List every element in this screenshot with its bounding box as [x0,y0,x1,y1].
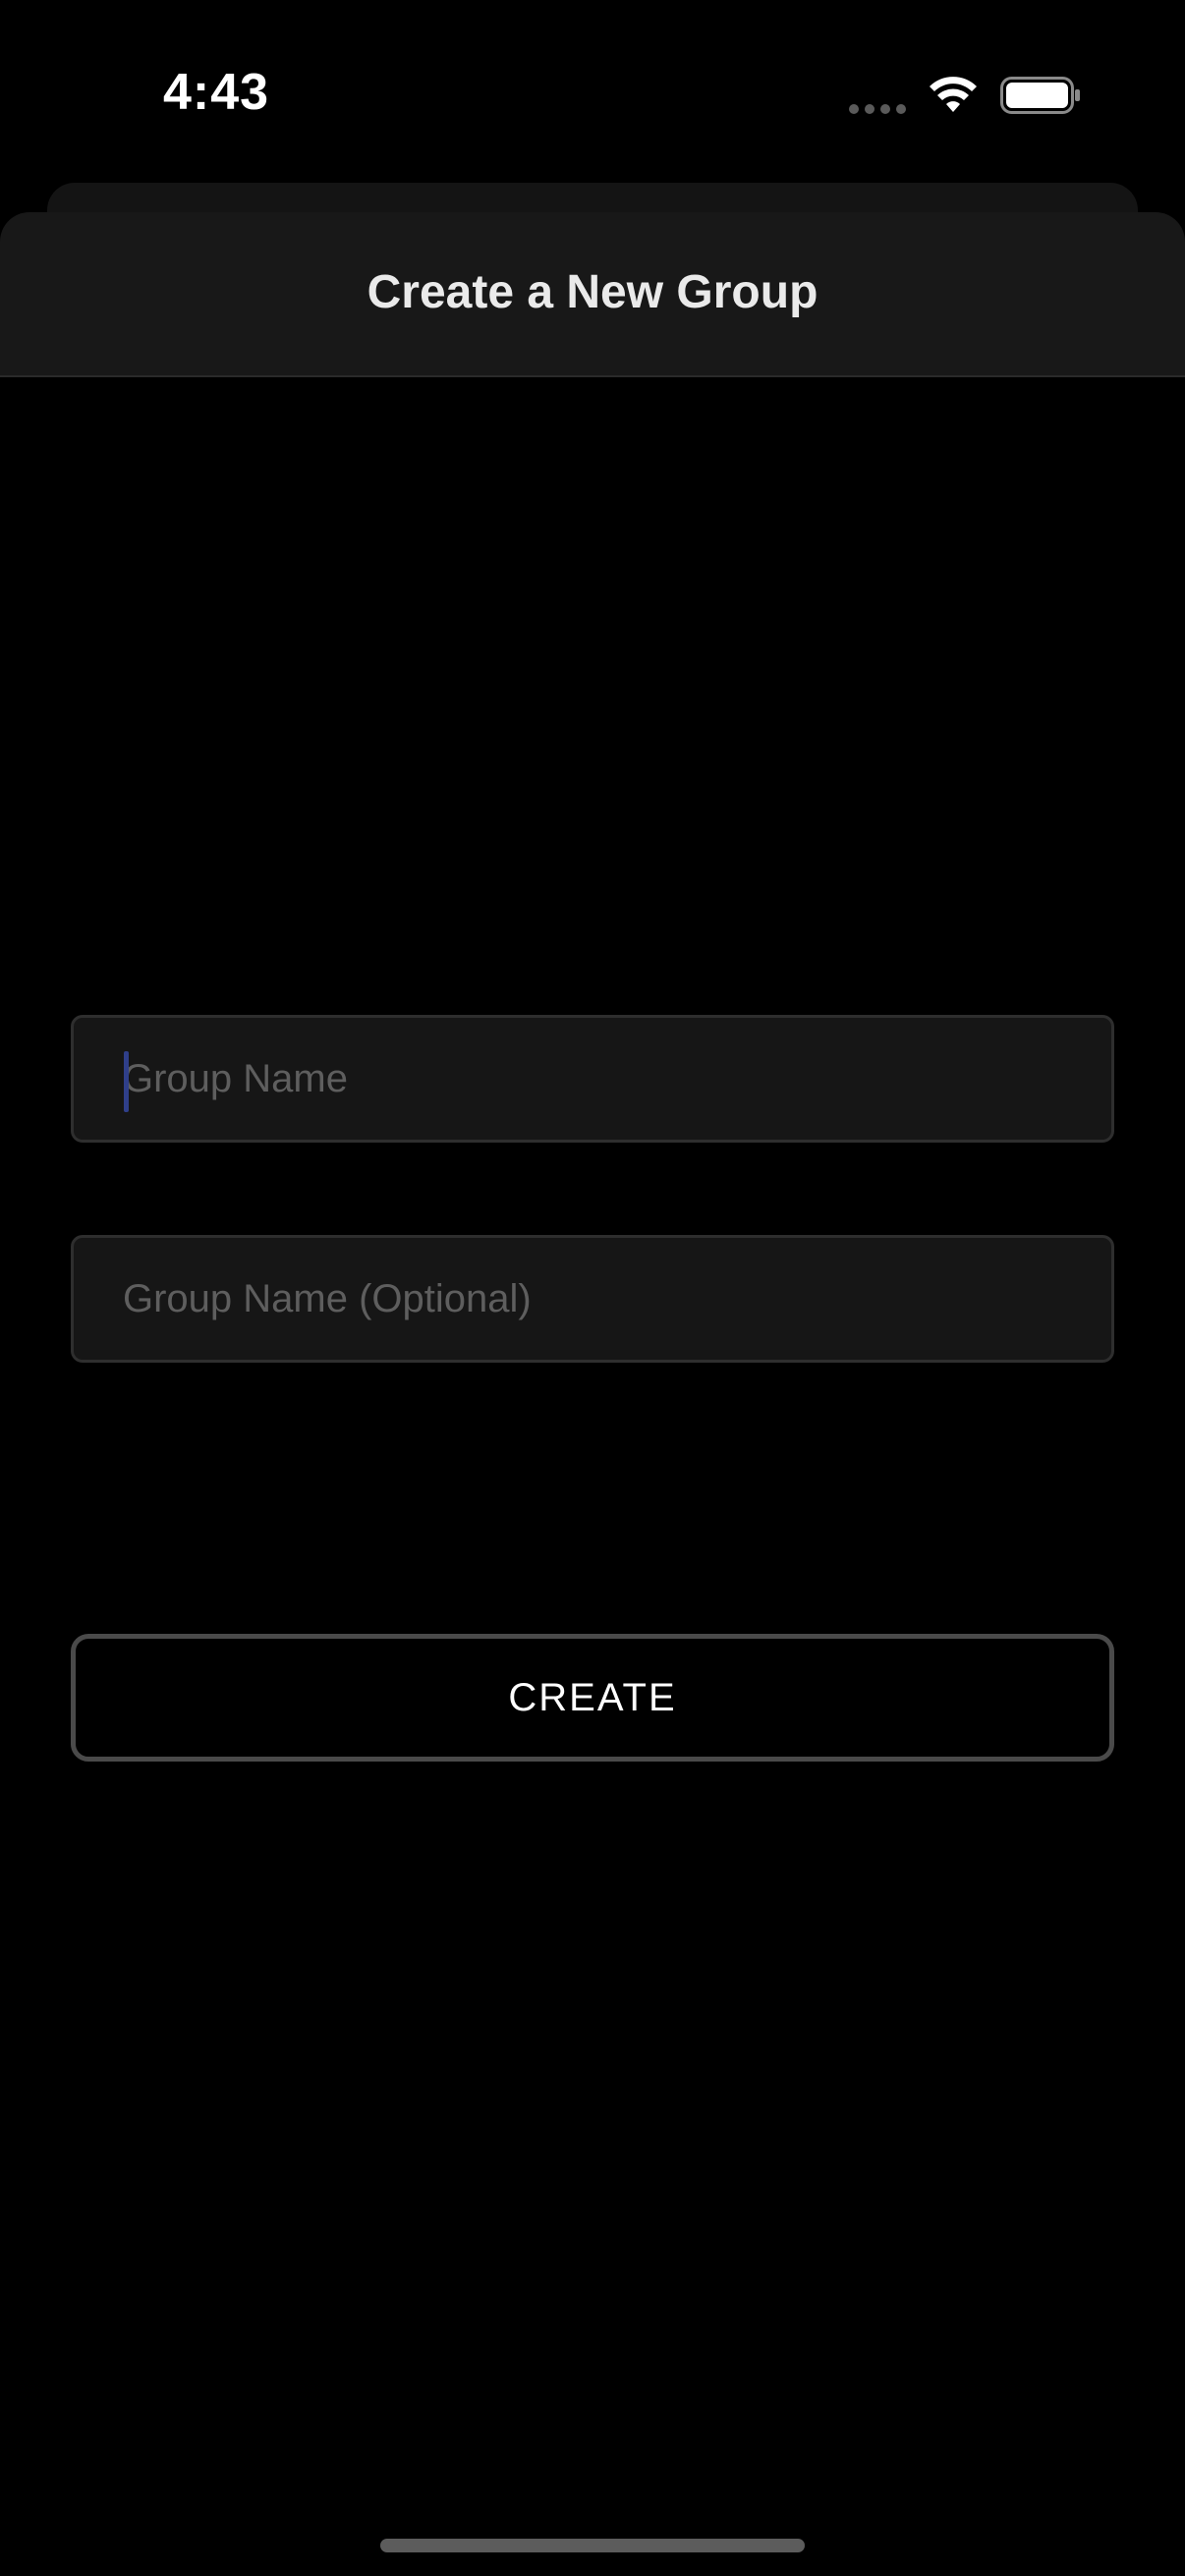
group-name-optional-field[interactable] [71,1235,1114,1363]
status-bar: 4:43 [0,0,1185,187]
sheet-header: Create a New Group [0,212,1185,377]
group-name-field[interactable] [71,1015,1114,1143]
battery-icon [1000,77,1080,114]
text-cursor [124,1051,129,1112]
cellular-signal-icon [849,104,906,114]
group-name-input[interactable] [123,1018,1111,1140]
create-button-label: CREATE [508,1675,677,1719]
home-indicator[interactable] [380,2539,805,2552]
create-button[interactable]: CREATE [71,1634,1114,1762]
status-time: 4:43 [163,64,270,121]
group-name-optional-input[interactable] [123,1238,1111,1360]
wifi-icon [930,77,977,112]
page-title: Create a New Group [367,266,818,318]
